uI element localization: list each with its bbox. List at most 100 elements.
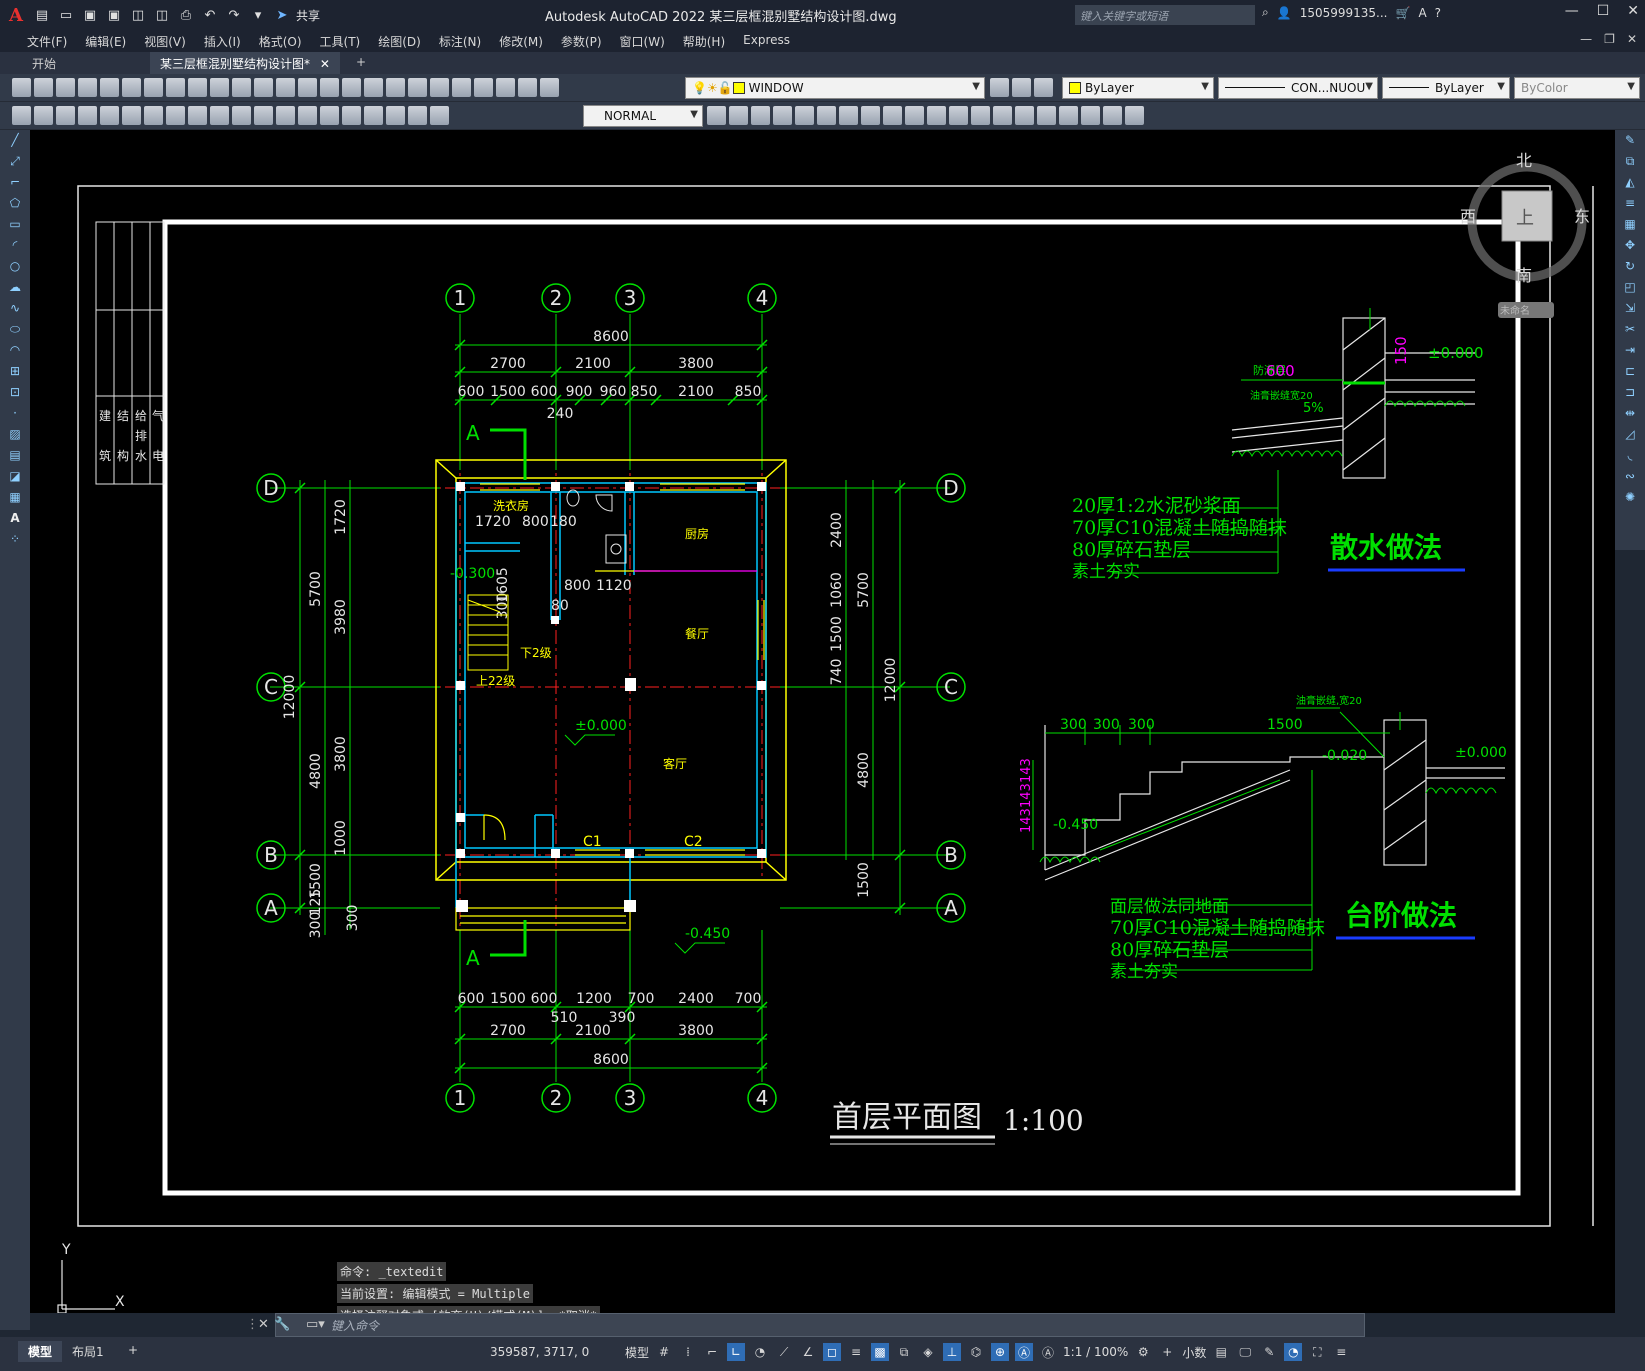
tool-undo-icon[interactable] [254, 78, 273, 97]
make-block-icon[interactable]: ⊡ [5, 385, 25, 403]
dim-update-icon[interactable] [430, 106, 449, 125]
hatch-icon[interactable]: ▨ [5, 427, 25, 445]
tool-paste-icon[interactable] [210, 78, 229, 97]
tool-plot-icon[interactable] [78, 78, 97, 97]
tool-redo-icon[interactable] [276, 78, 295, 97]
dimstyle-dropdown[interactable]: NORMAL ▼ [583, 105, 703, 127]
user-name[interactable]: 1505999135... [1300, 6, 1388, 20]
layer-match-icon[interactable] [1034, 78, 1053, 97]
array-pal-icon[interactable]: ▦ [1620, 217, 1640, 235]
ellipse-icon[interactable]: ⬭ [5, 322, 25, 340]
fillet-pal-icon[interactable]: ◟ [1620, 448, 1640, 466]
annotation-scale[interactable]: 1:1 / 100% [1063, 1345, 1128, 1359]
isodraft-icon[interactable]: ⟋ [775, 1343, 793, 1361]
tool-zoom-window-icon[interactable] [342, 78, 361, 97]
clean-screen-icon[interactable]: ⛶ [1308, 1343, 1326, 1361]
jogged-linear-icon[interactable] [364, 106, 383, 125]
break-icon[interactable] [971, 106, 990, 125]
menu-view[interactable]: 视图(V) [135, 30, 195, 52]
tool-zoom-icon[interactable] [320, 78, 339, 97]
tool-palettes-icon[interactable] [430, 78, 449, 97]
mtext-icon[interactable]: A [5, 511, 25, 529]
rotate-icon[interactable] [861, 106, 880, 125]
undo-icon[interactable]: ↶ [200, 5, 220, 25]
insert-block-icon[interactable]: ⊞ [5, 364, 25, 382]
customize-qat-icon[interactable]: ▾ [248, 5, 268, 25]
region-icon[interactable]: ◪ [5, 469, 25, 487]
lineweight-icon[interactable]: ≡ [847, 1343, 865, 1361]
cmd-prompt-icon[interactable]: ▭▾ [306, 1317, 325, 1332]
menu-window[interactable]: 窗口(W) [611, 30, 674, 52]
command-line[interactable]: ⋮ ✕ 🔧 ▭▾ 键入命令 [246, 1313, 1365, 1337]
plotstyle-dropdown[interactable]: ByColor ▼ [1514, 77, 1640, 99]
open-file-icon[interactable]: ▭ [56, 5, 76, 25]
annotation-monitor-icon[interactable]: + [1158, 1343, 1176, 1361]
tab-layout1[interactable]: 布局1 [62, 1341, 114, 1362]
menu-format[interactable]: 格式(O) [250, 30, 311, 52]
extend-pal-icon[interactable]: ⇥ [1620, 343, 1640, 361]
scale-icon[interactable] [883, 106, 902, 125]
erase-pal-icon[interactable]: ✎ [1620, 133, 1640, 151]
plot-icon[interactable]: ⎙ [176, 5, 196, 25]
rotate-pal-icon[interactable]: ↻ [1620, 259, 1640, 277]
redo-icon[interactable]: ↷ [224, 5, 244, 25]
maximize-icon[interactable]: ☐ [1597, 3, 1610, 19]
tool-design-center-icon[interactable] [408, 78, 427, 97]
doc-close-icon[interactable]: ✕ [1627, 32, 1637, 46]
minimize-icon[interactable]: — [1565, 3, 1579, 19]
menu-express[interactable]: Express [734, 30, 799, 52]
tool-new-icon[interactable] [12, 78, 31, 97]
viewcube-west[interactable]: 西 [1460, 207, 1476, 226]
tool-zoom-prev-icon[interactable] [364, 78, 383, 97]
inspect-icon[interactable] [342, 106, 361, 125]
menu-draw[interactable]: 绘图(D) [369, 30, 430, 52]
model-space-button[interactable]: 模型 [625, 1344, 649, 1361]
group-icon[interactable] [1103, 106, 1122, 125]
tool-copy-icon[interactable] [188, 78, 207, 97]
revcloud-icon[interactable]: ☁ [5, 280, 25, 298]
viewcube-south[interactable]: 南 [1516, 266, 1532, 285]
polyline-icon[interactable]: ⌐ [5, 175, 25, 193]
rectangle-icon[interactable]: ▭ [5, 217, 25, 235]
tab-close-icon[interactable]: ✕ [320, 57, 330, 71]
menu-insert[interactable]: 插入(I) [195, 30, 250, 52]
blend-pal-icon[interactable]: ∾ [1620, 469, 1640, 487]
tool-markup-icon[interactable] [474, 78, 493, 97]
dim-diameter-icon[interactable] [144, 106, 163, 125]
break-point-icon[interactable]: ⊏ [1620, 364, 1640, 382]
menu-file[interactable]: 文件(F) [18, 30, 76, 52]
copy-icon[interactable] [751, 106, 770, 125]
array-icon[interactable] [817, 106, 836, 125]
layer-dropdown[interactable]: 💡☀🔓 WINDOW ▼ [685, 77, 985, 99]
3d-osnap-icon[interactable]: ◈ [919, 1343, 937, 1361]
customize-cmd-icon[interactable]: 🔧 [274, 1317, 290, 1332]
circle-icon[interactable]: ○ [5, 259, 25, 277]
dim-baseline-icon[interactable] [210, 106, 229, 125]
tool-open-icon[interactable] [34, 78, 53, 97]
selection-cycling-icon[interactable]: ⧉ [895, 1343, 913, 1361]
doc-minimize-icon[interactable]: — [1580, 32, 1592, 46]
grid-icon[interactable]: # [655, 1343, 673, 1361]
dim-aligned-icon[interactable] [34, 106, 53, 125]
arc-icon[interactable]: ◜ [5, 238, 25, 256]
tool-3d-icon[interactable] [144, 78, 163, 97]
new-file-icon[interactable]: ▤ [32, 5, 52, 25]
doc-restore-icon[interactable]: ❐ [1604, 32, 1615, 46]
join-icon[interactable] [993, 106, 1012, 125]
save-web-icon[interactable]: ◫ [152, 5, 172, 25]
draworder-icon[interactable] [1081, 106, 1100, 125]
join-pal-icon[interactable]: ⇹ [1620, 406, 1640, 424]
customization-icon[interactable]: ≡ [1332, 1343, 1350, 1361]
point-icon[interactable]: · [5, 406, 25, 424]
make-current-icon[interactable] [990, 78, 1009, 97]
ellipse-arc-icon[interactable]: ◠ [5, 343, 25, 361]
offset-pal-icon[interactable]: ≡ [1620, 196, 1640, 214]
share-icon[interactable]: ➤ [272, 5, 292, 25]
osnap-track-icon[interactable]: ∠ [799, 1343, 817, 1361]
command-input[interactable]: 键入命令 [331, 1317, 379, 1334]
dim-arc-icon[interactable] [56, 106, 75, 125]
cad-drawing[interactable]: 建 筑 结 构 给 排 水 电 气 上 北 南 东 西 未命名 Y X 1 2 … [30, 130, 1615, 1313]
stretch-icon[interactable] [905, 106, 924, 125]
isolate-objects-icon[interactable]: ✎ [1260, 1343, 1278, 1361]
workspace-gear-icon[interactable]: ⚙ [1134, 1343, 1152, 1361]
